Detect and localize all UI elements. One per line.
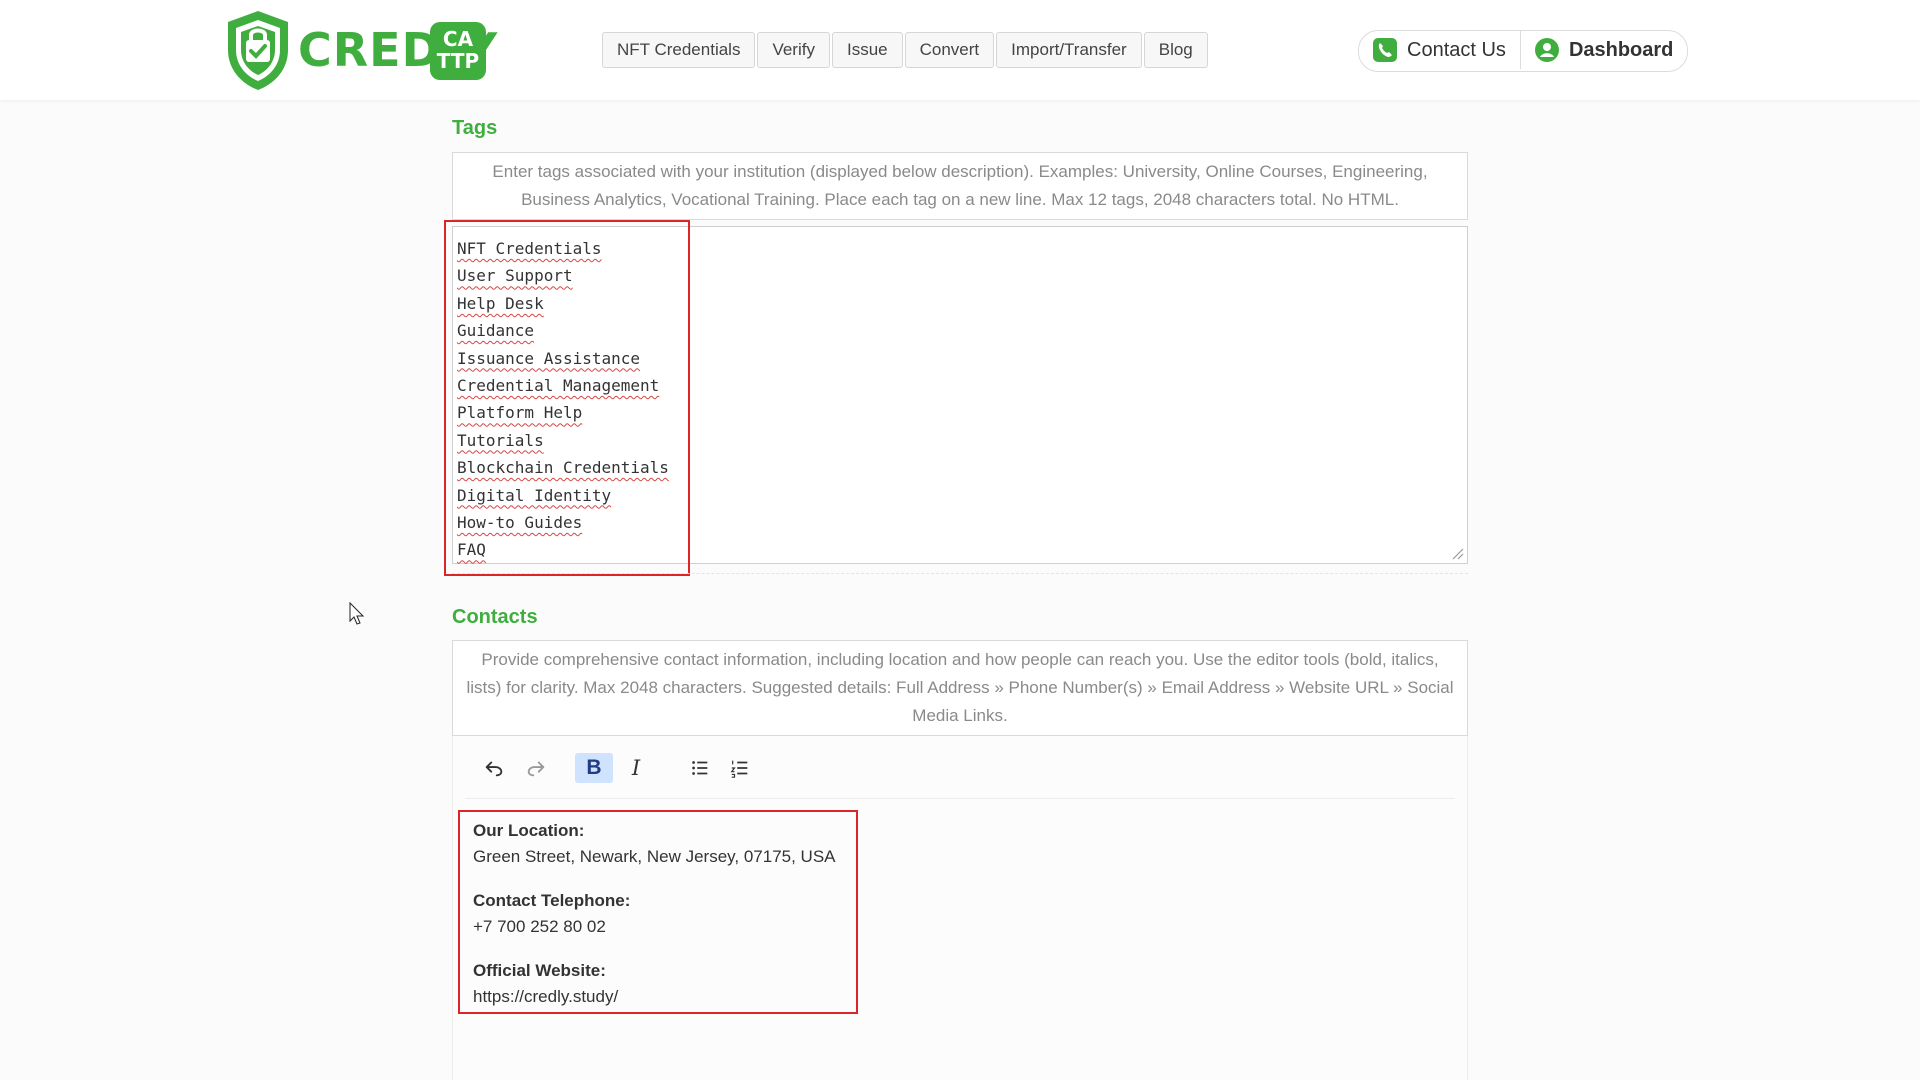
shield-check-icon (228, 11, 288, 90)
contact-value: Green Street, Newark, New Jersey, 07175,… (473, 847, 836, 866)
dashboard-button[interactable]: Dashboard (1519, 31, 1687, 69)
redo-icon (527, 761, 545, 777)
nav-issue[interactable]: Issue (831, 32, 903, 68)
tag-line: User Support (457, 266, 573, 286)
user-icon (1534, 38, 1559, 62)
tags-hint: Enter tags associated with your institut… (452, 152, 1468, 220)
contacts-title: Contacts (452, 606, 538, 628)
tag-line: How-to Guides (457, 512, 583, 532)
italic-button[interactable]: I (617, 753, 655, 783)
contact-entry-location: Our Location: Green Street, Newark, New … (473, 818, 836, 870)
contact-label: Official Website: (473, 961, 606, 980)
contact-value: +7 700 252 80 02 (473, 917, 606, 936)
contact-entry-website: Official Website: https://credly.study/ (473, 958, 836, 1010)
contact-value: https://credly.study/ (473, 987, 619, 1006)
tag-line: Blockchain Credentials (457, 458, 669, 478)
nav-verify[interactable]: Verify (757, 32, 830, 68)
contact-us-label: Contact Us (1407, 38, 1506, 61)
phone-icon (1373, 38, 1397, 62)
numbered-list-icon (730, 760, 748, 778)
nav-import-transfer[interactable]: Import/Transfer (996, 32, 1142, 68)
resize-handle-icon[interactable] (1450, 546, 1464, 560)
undo-icon (485, 761, 503, 777)
tag-line: Help Desk (457, 293, 544, 313)
header-actions: Contact Us Dashboard (1358, 30, 1689, 72)
undo-button[interactable] (475, 753, 513, 783)
mouse-cursor-icon (349, 602, 365, 625)
dashboard-label: Dashboard (1568, 38, 1674, 61)
redo-button[interactable] (517, 753, 555, 783)
tag-line: Credential Management (457, 375, 660, 395)
numbered-list-button[interactable] (721, 753, 759, 783)
bold-button[interactable]: B (575, 753, 613, 783)
bullet-list-icon (692, 761, 708, 775)
tags-textarea[interactable]: NFT Credentials User Support Help Desk G… (452, 226, 1468, 564)
nav-convert[interactable]: Convert (904, 32, 995, 68)
top-header: CREDLY CA TTP NFT Credentials Verify Iss… (0, 0, 1920, 100)
tags-title: Tags (452, 117, 498, 139)
contacts-editor[interactable]: B I Our Location: Green Street, Newark, … (452, 736, 1468, 1080)
logo-badge-line1: CA (442, 27, 474, 51)
bullet-list-button[interactable] (681, 753, 719, 783)
contacts-hint: Provide comprehensive contact informatio… (452, 640, 1468, 736)
main-nav: NFT Credentials Verify Issue Convert Imp… (602, 32, 1208, 68)
logo-badge: CA TTP (430, 22, 486, 80)
tag-line: Guidance (457, 321, 535, 341)
contacts-content: Our Location: Green Street, Newark, New … (473, 818, 836, 1028)
section-divider (452, 573, 1468, 574)
tag-line: Digital Identity (457, 485, 612, 505)
contact-us-button[interactable]: Contact Us (1359, 31, 1520, 69)
bold-label: B (586, 756, 602, 779)
credly-logo[interactable]: CREDLY CA TTP (224, 8, 497, 92)
italic-label: I (631, 756, 641, 780)
nav-blog[interactable]: Blog (1143, 32, 1208, 68)
tags-list: NFT Credentials User Support Help Desk G… (457, 235, 669, 564)
contact-entry-telephone: Contact Telephone: +7 700 252 80 02 (473, 888, 836, 940)
logo-badge-line2: TTP (436, 49, 480, 73)
editor-toolbar: B I (465, 736, 1455, 799)
tag-line: Tutorials (457, 430, 544, 450)
contact-label: Our Location: (473, 821, 585, 840)
tag-line: FAQ (457, 540, 486, 560)
nav-nft-credentials[interactable]: NFT Credentials (602, 32, 756, 68)
tag-line: Platform Help (457, 403, 583, 423)
contact-label: Contact Telephone: (473, 891, 631, 910)
tag-line: NFT Credentials (457, 239, 602, 258)
tag-line: Issuance Assistance (457, 348, 641, 368)
